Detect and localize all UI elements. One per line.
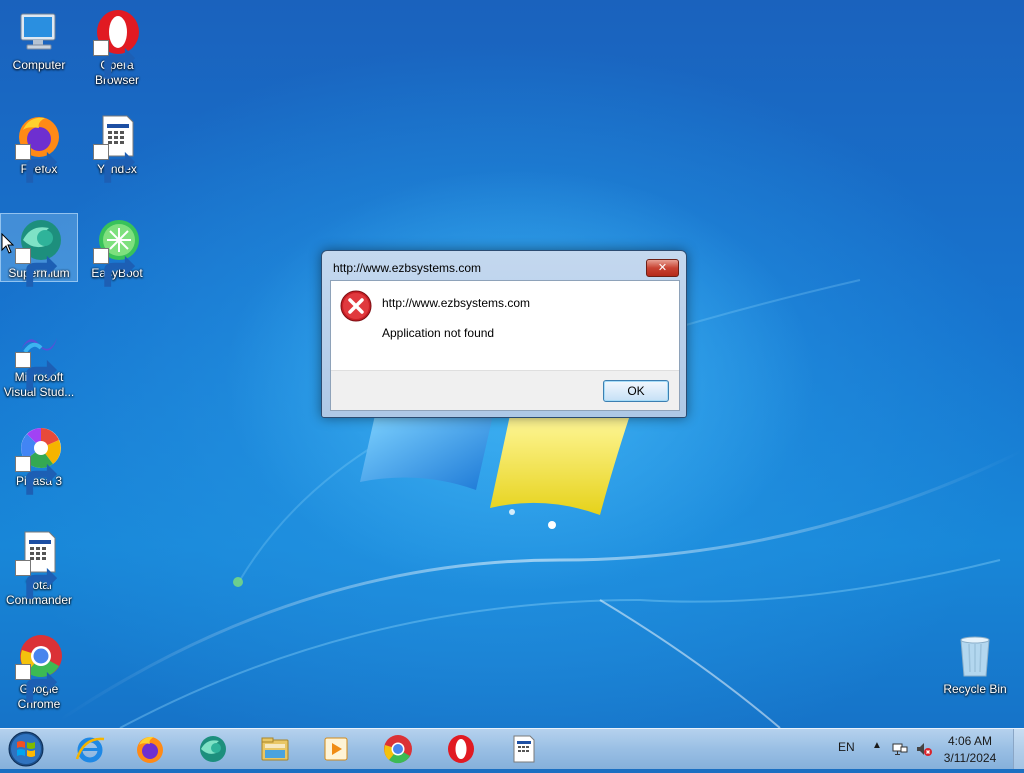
- system-tray: EN ▲ 4:06 AM 3/11/2024: [828, 729, 1024, 769]
- error-dialog: http://www.ezbsystems.com ✕ http://www.e…: [321, 250, 687, 418]
- dialog-body: http://www.ezbsystems.com Application no…: [330, 280, 680, 411]
- opera-icon: [93, 8, 141, 79]
- shortcut-arrow-icon: [15, 248, 58, 287]
- folder-icon: [261, 737, 289, 761]
- taskbar: EN ▲ 4:06 AM 3/11/2024: [0, 728, 1024, 769]
- picasa-icon: [15, 424, 63, 495]
- mouse-cursor-icon: [1, 233, 15, 254]
- desktop-icon-label: Recycle Bin: [943, 682, 1007, 696]
- desktop-icon-label: Computer: [12, 58, 66, 72]
- network-icon[interactable]: [892, 741, 908, 757]
- visual-studio-icon: [15, 320, 63, 391]
- ok-button[interactable]: OK: [603, 380, 669, 402]
- shortcut-arrow-icon: [15, 144, 58, 183]
- taskbar-file-explorer[interactable]: [253, 731, 297, 767]
- firefox-icon: [15, 112, 63, 183]
- opera-icon: [448, 735, 474, 763]
- internet-explorer-icon: [75, 737, 105, 763]
- easyboot-icon: [93, 216, 141, 287]
- recycle-bin-icon: [951, 632, 999, 680]
- computer-icon: [15, 8, 63, 56]
- close-button[interactable]: ✕: [646, 259, 679, 277]
- total-commander-icon: [15, 528, 63, 599]
- desktop-icon-recycle-bin[interactable]: Recycle Bin: [937, 630, 1013, 697]
- clock-time[interactable]: 4:06 AM: [940, 734, 1000, 748]
- taskbar-chrome[interactable]: [376, 731, 420, 767]
- shortcut-arrow-icon: [93, 248, 136, 287]
- show-hidden-icons-icon[interactable]: ▲: [872, 740, 882, 751]
- windows-start-orb-icon: [8, 731, 44, 767]
- show-desktop-button[interactable]: [1013, 729, 1024, 769]
- media-player-icon: [324, 737, 348, 761]
- desktop-icon-computer[interactable]: Computer: [1, 6, 77, 73]
- desktop-icon-yandex[interactable]: Yandex: [79, 110, 155, 183]
- dialog-message-area: http://www.ezbsystems.com Application no…: [331, 281, 679, 371]
- yandex-icon: [93, 112, 141, 183]
- desktop-icon-opera[interactable]: Opera Browser: [79, 6, 155, 88]
- desktop-icon-picasa[interactable]: Picasa 3: [1, 422, 77, 495]
- shortcut-arrow-icon: [15, 664, 58, 703]
- dialog-title: http://www.ezbsystems.com: [333, 261, 482, 275]
- desktop-icon-visual-studio[interactable]: Microsoft Visual Stud...: [1, 318, 77, 400]
- taskbar-opera[interactable]: [439, 731, 483, 767]
- chrome-icon: [15, 632, 63, 703]
- chrome-icon: [384, 735, 412, 764]
- start-button[interactable]: [6, 730, 46, 768]
- taskbar-firefox[interactable]: [128, 731, 172, 767]
- taskbar-supermium[interactable]: [190, 731, 234, 767]
- supermium-icon: [200, 736, 226, 762]
- desktop-icon-firefox[interactable]: Firefox: [1, 110, 77, 183]
- language-indicator[interactable]: EN: [838, 740, 855, 754]
- taskbar-media-player[interactable]: [314, 731, 358, 767]
- shortcut-arrow-icon: [15, 560, 58, 599]
- dialog-message-url: http://www.ezbsystems.com: [382, 296, 531, 310]
- supermium-icon: [15, 216, 63, 287]
- desktop-icon-easyboot[interactable]: EasyBoot: [79, 214, 155, 287]
- volume-muted-icon[interactable]: [916, 741, 932, 757]
- desktop-icon-total-commander[interactable]: Total Commander: [1, 526, 77, 608]
- taskbar-internet-explorer[interactable]: [68, 731, 112, 767]
- dialog-message-text: Application not found: [382, 326, 495, 340]
- clock-date[interactable]: 3/11/2024: [938, 751, 1002, 765]
- firefox-icon: [137, 736, 163, 763]
- error-icon: [340, 290, 372, 322]
- yandex-icon: [513, 735, 535, 763]
- shortcut-arrow-icon: [15, 456, 58, 495]
- desktop-icon-chrome[interactable]: Google Chrome: [1, 630, 77, 712]
- shortcut-arrow-icon: [15, 352, 58, 391]
- taskbar-yandex[interactable]: [502, 731, 546, 767]
- shortcut-arrow-icon: [93, 40, 136, 79]
- shortcut-arrow-icon: [93, 144, 136, 183]
